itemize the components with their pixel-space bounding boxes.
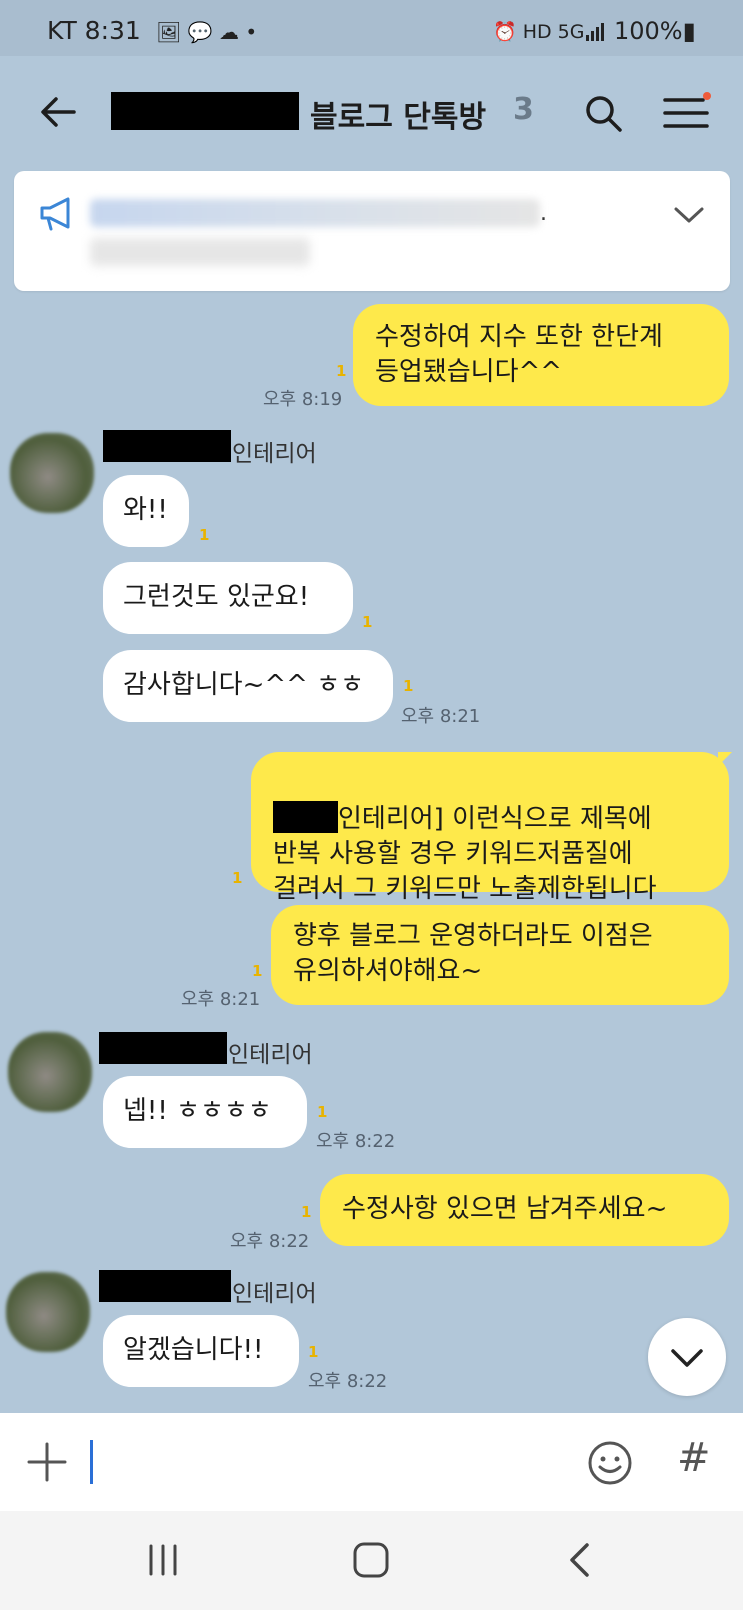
sender-name: 인테리어 (232, 441, 317, 467)
hashtag-search-button[interactable]: # (677, 1435, 711, 1481)
message-bubble-received[interactable]: 감사합니다~^^ ㅎㅎ (103, 650, 393, 722)
recent-apps-icon[interactable] (146, 1543, 180, 1581)
message-text: 인테리어] 이런식으로 제목에 (338, 804, 652, 834)
avatar[interactable] (6, 1272, 90, 1352)
message-time: 오후 8:21 (181, 989, 261, 1010)
member-count: 3 (513, 92, 534, 127)
notification-icons: 🖼 💬 ☁ • (156, 20, 258, 44)
home-icon[interactable] (352, 1541, 390, 1583)
redaction-block (111, 92, 299, 130)
avatar[interactable] (10, 433, 94, 513)
unread-count: 1 (232, 869, 243, 887)
back-icon[interactable] (567, 1542, 591, 1582)
message-time: 오후 8:22 (316, 1131, 396, 1152)
message-time: 오후 8:22 (230, 1231, 310, 1252)
notice-text-end: . (540, 201, 547, 226)
redaction-block (99, 1032, 227, 1064)
message-time: 오후 8:22 (308, 1371, 388, 1392)
unread-count: 1 (252, 962, 263, 980)
scroll-to-bottom-button[interactable] (648, 1318, 726, 1396)
redaction-block (273, 801, 338, 833)
megaphone-icon (38, 196, 76, 236)
unread-count: 1 (199, 526, 210, 544)
message-time: 오후 8:19 (263, 389, 343, 410)
sender-name: 인테리어 (228, 1042, 313, 1068)
chat-title: 블로그 단톡방 (310, 100, 487, 135)
notice-text-blurred (90, 238, 310, 266)
unread-count: 1 (301, 1203, 312, 1221)
message-bubble-received[interactable]: 그런것도 있군요! (103, 562, 353, 634)
message-bubble-sent[interactable]: 인테리어] 이런식으로 제목에반복 사용할 경우 키워드저품질에 걸려서 그 키… (251, 752, 729, 904)
unread-count: 1 (317, 1103, 328, 1121)
notice-banner[interactable] (14, 171, 730, 291)
sender-name: 인테리어 (232, 1281, 317, 1307)
back-arrow-icon[interactable] (38, 94, 78, 134)
chevron-down-icon (670, 1348, 704, 1372)
message-bubble-received[interactable]: 넵!! ㅎㅎㅎㅎ (103, 1076, 307, 1148)
message-text: 반복 사용할 경우 키워드저품질에 걸려서 그 키워드만 노출제한됩니다 (273, 839, 657, 904)
signal-icon (585, 20, 607, 46)
notice-text-blurred (90, 199, 540, 227)
emoticon-icon[interactable] (587, 1440, 633, 1490)
chevron-down-icon[interactable] (673, 205, 705, 229)
message-bubble-sent[interactable]: 수정하여 지수 또한 한단계 등업됐습니다^^ (353, 304, 729, 406)
message-input[interactable] (90, 1440, 93, 1484)
redaction-block (103, 430, 231, 462)
message-bubble-sent[interactable]: 향후 블로그 운영하더라도 이점은 유의하셔야해요~ (271, 905, 729, 1005)
status-time: KT 8:31 (47, 16, 141, 45)
message-bubble-received[interactable]: 알겠습니다!! (103, 1315, 299, 1387)
message-bubble-sent[interactable]: 수정사항 있으면 남겨주세요~ (320, 1174, 729, 1246)
search-icon[interactable] (584, 94, 624, 138)
unread-count: 1 (308, 1343, 319, 1361)
status-bar: KT 8:31 🖼 💬 ☁ • ⏰ HD 5G 100%▮ (0, 0, 743, 56)
message-time: 오후 8:21 (401, 706, 481, 727)
system-icons: ⏰ HD 5G (493, 21, 585, 43)
plus-icon[interactable] (27, 1442, 67, 1486)
battery-level: 100%▮ (614, 17, 696, 45)
avatar[interactable] (8, 1032, 92, 1112)
unread-count: 1 (403, 677, 414, 695)
message-bubble-received[interactable]: 와!! (103, 475, 189, 547)
menu-icon[interactable] (663, 92, 711, 136)
bubble-tail (718, 752, 732, 766)
unread-count: 1 (336, 362, 347, 380)
redaction-block (99, 1270, 231, 1302)
unread-count: 1 (362, 613, 373, 631)
